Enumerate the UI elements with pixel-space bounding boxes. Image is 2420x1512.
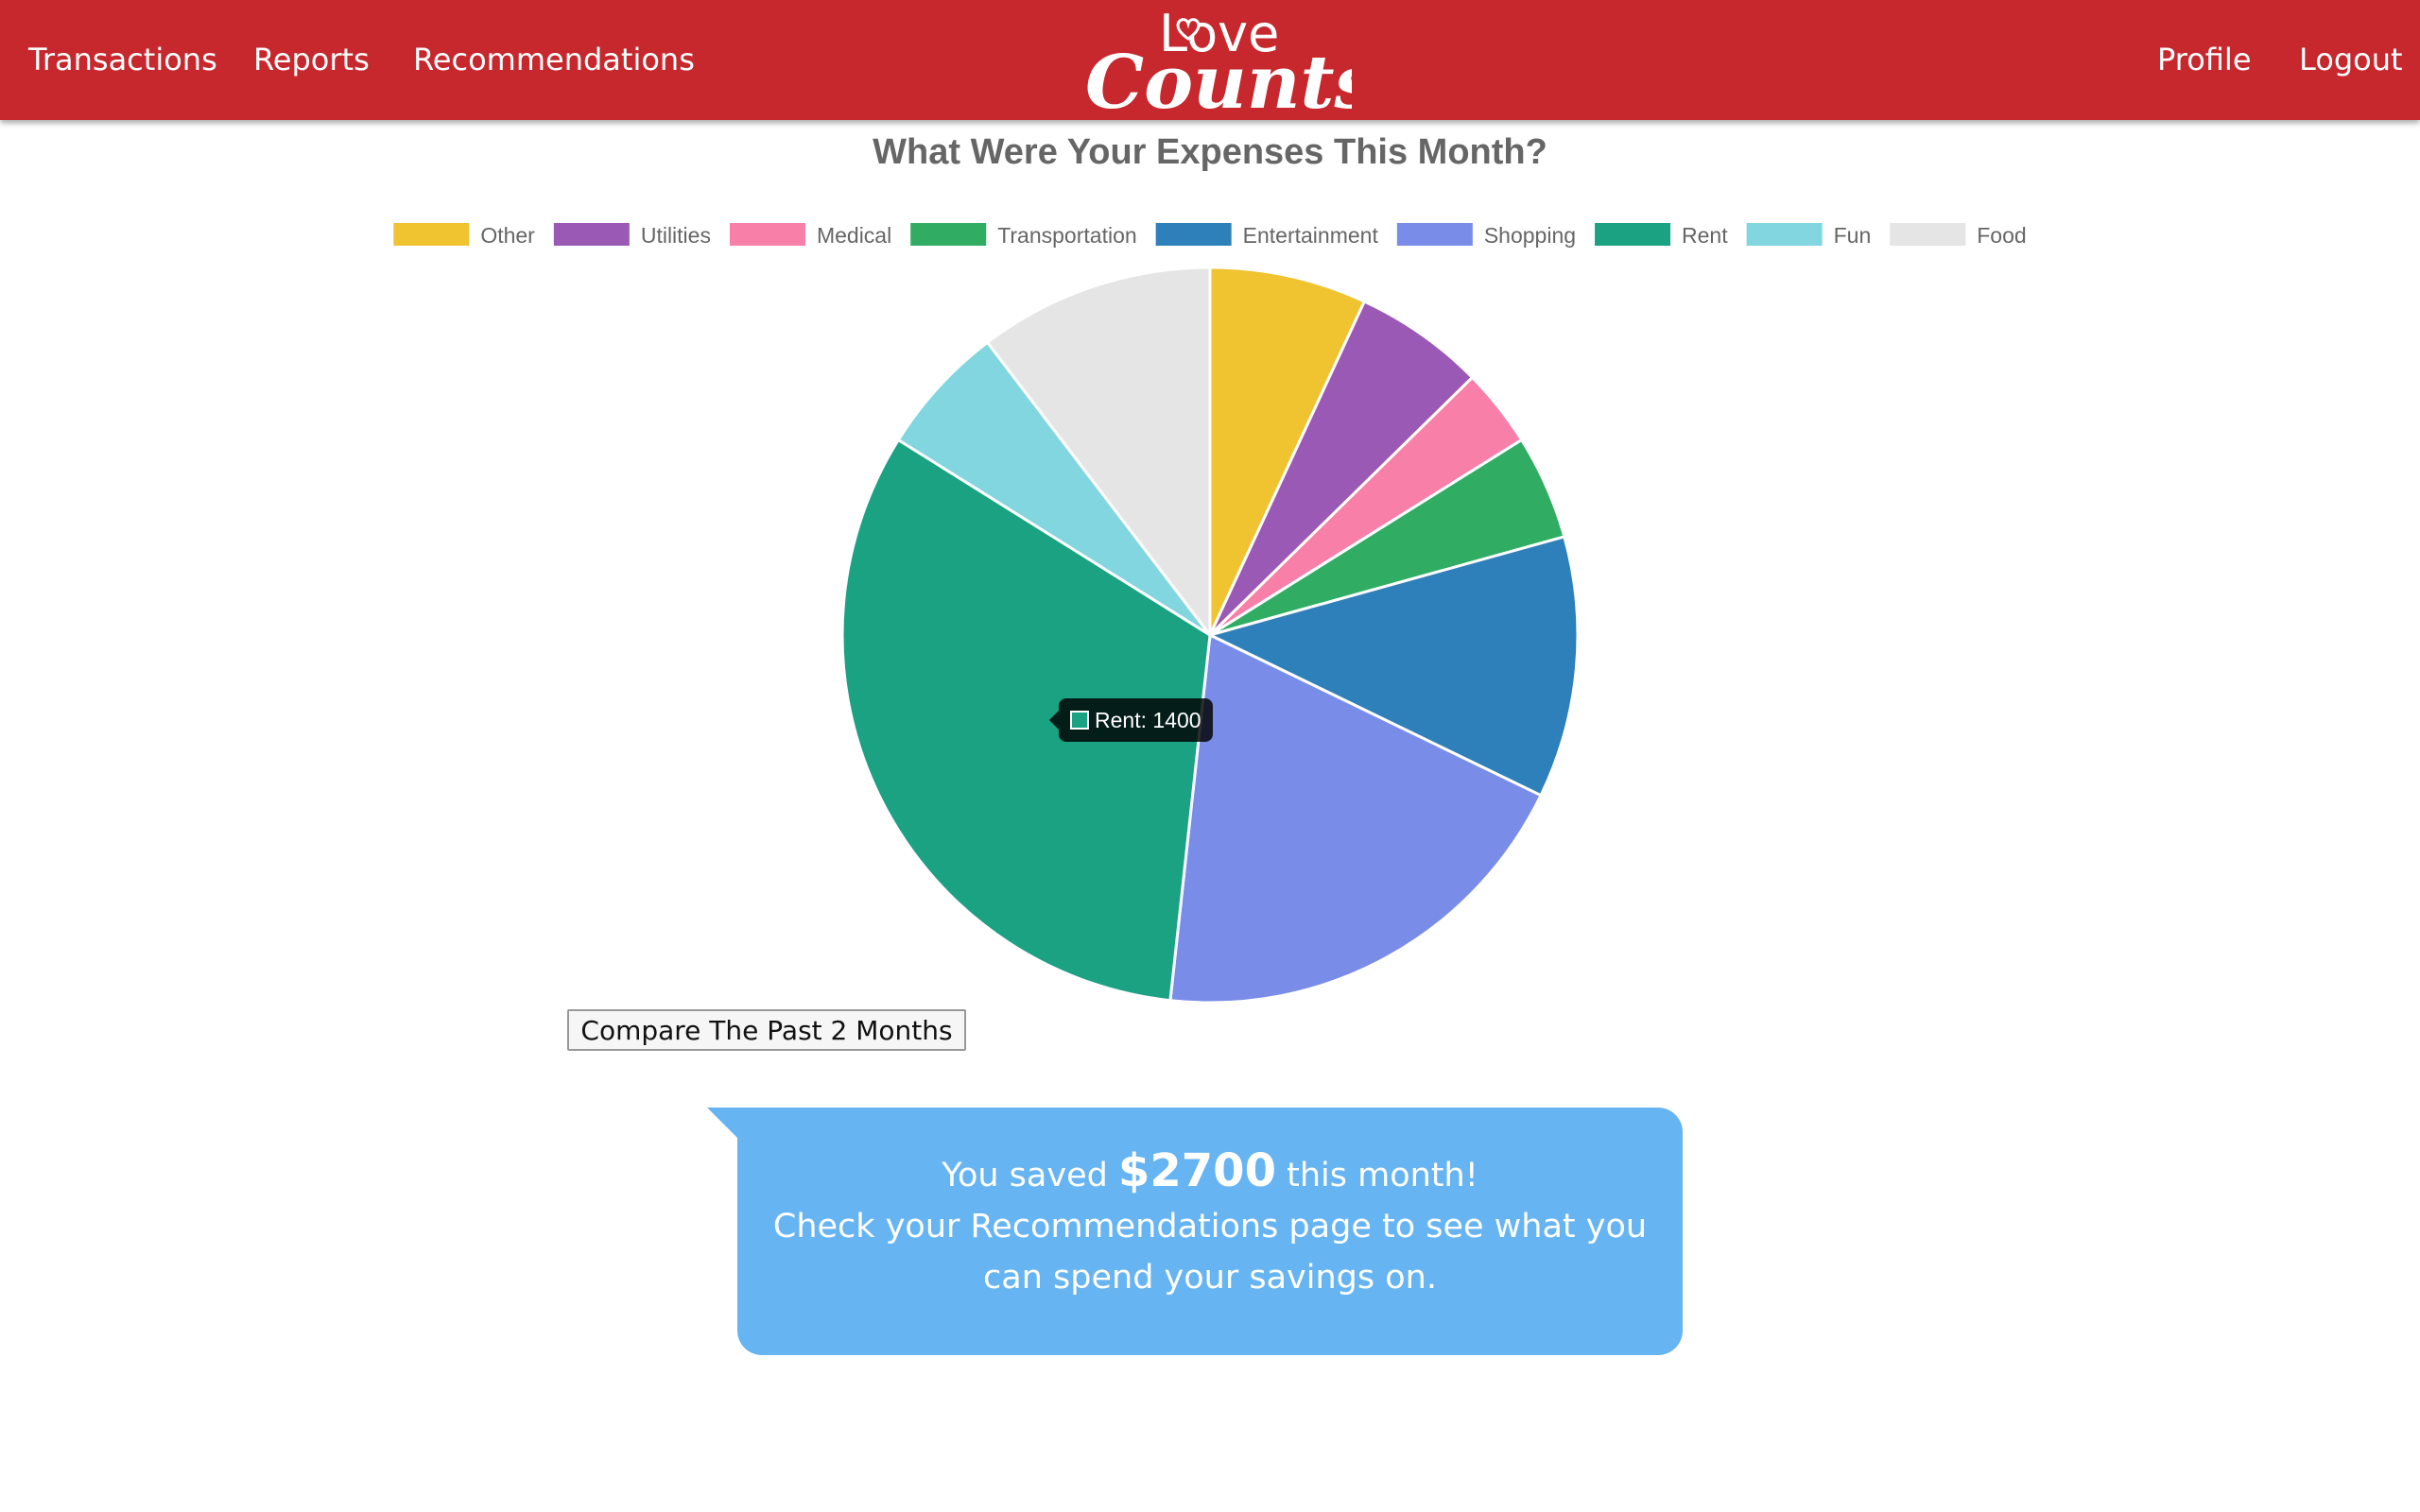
savings-amount: $2700 xyxy=(1117,1144,1276,1197)
chart-legend: Other Utilities Medical Transportation Enter… xyxy=(393,223,2027,248)
bubble-tail xyxy=(707,1108,737,1138)
nav-logout-link[interactable]: Logout xyxy=(2299,0,2403,120)
nav-transactions-link[interactable]: Transactions xyxy=(28,0,217,120)
legend-label: Medical xyxy=(817,223,891,248)
legend-item-fun[interactable]: Fun xyxy=(1746,223,1872,248)
legend-label: Transportation xyxy=(997,223,1136,248)
chart-title: What Were Your Expenses This Month? xyxy=(873,132,1547,172)
legend-label: Food xyxy=(1977,223,2026,248)
savings-line-2: Check your Recommendations page to see w… xyxy=(772,1208,1648,1246)
legend-swatch xyxy=(1890,223,1966,246)
savings-line-3: can spend your savings on. xyxy=(983,1259,1437,1297)
savings-line-1: You saved $2700 this month! xyxy=(737,1145,1683,1201)
logo-counts-text: Counts xyxy=(1085,40,1352,120)
legend-item-rent[interactable]: Rent xyxy=(1595,223,1728,248)
rent-tooltip: Rent: 1400 xyxy=(1049,698,1213,742)
legend-item-food[interactable]: Food xyxy=(1890,223,2027,248)
love-counts-logo[interactable]: Love Counts xyxy=(1078,0,1375,126)
tooltip-label: Rent: 1400 xyxy=(1095,707,1201,732)
legend-label: Shopping xyxy=(1484,223,1576,248)
legend-item-entertainment[interactable]: Entertainment xyxy=(1155,223,1379,248)
savings-message-bubble: You saved $2700 this month! Check your R… xyxy=(707,1108,1683,1355)
legend-swatch xyxy=(1595,223,1671,246)
legend-label: Rent xyxy=(1682,223,1728,248)
legend-item-shopping[interactable]: Shopping xyxy=(1396,223,1576,248)
nav-recommendations-link[interactable]: Recommendations xyxy=(413,0,695,120)
nav-profile-link[interactable]: Profile xyxy=(2157,0,2252,120)
legend-item-medical[interactable]: Medical xyxy=(729,223,891,248)
legend-swatch xyxy=(1155,223,1232,246)
legend-item-utilities[interactable]: Utilities xyxy=(553,223,711,248)
legend-swatch xyxy=(910,223,987,246)
nav-reports-link[interactable]: Reports xyxy=(253,0,370,120)
top-navbar: Transactions Reports Recommendations Lov… xyxy=(0,0,2420,126)
legend-swatch xyxy=(553,223,630,246)
compare-past-2-months-button[interactable]: Compare The Past 2 Months xyxy=(567,1009,966,1051)
savings-suffix: this month! xyxy=(1287,1157,1478,1194)
legend-label: Other xyxy=(480,223,535,248)
tooltip-color-swatch xyxy=(1070,711,1089,730)
legend-item-transportation[interactable]: Transportation xyxy=(910,223,1137,248)
legend-swatch xyxy=(1746,223,1823,246)
legend-label: Utilities xyxy=(641,223,711,248)
legend-label: Fun xyxy=(1834,223,1872,248)
legend-label: Entertainment xyxy=(1243,223,1379,248)
legend-swatch xyxy=(393,223,470,246)
legend-swatch xyxy=(729,223,805,246)
legend-swatch xyxy=(1396,223,1473,246)
tooltip-arrow xyxy=(1049,711,1059,730)
legend-item-other[interactable]: Other xyxy=(393,223,535,248)
savings-prefix: You saved xyxy=(942,1157,1108,1194)
